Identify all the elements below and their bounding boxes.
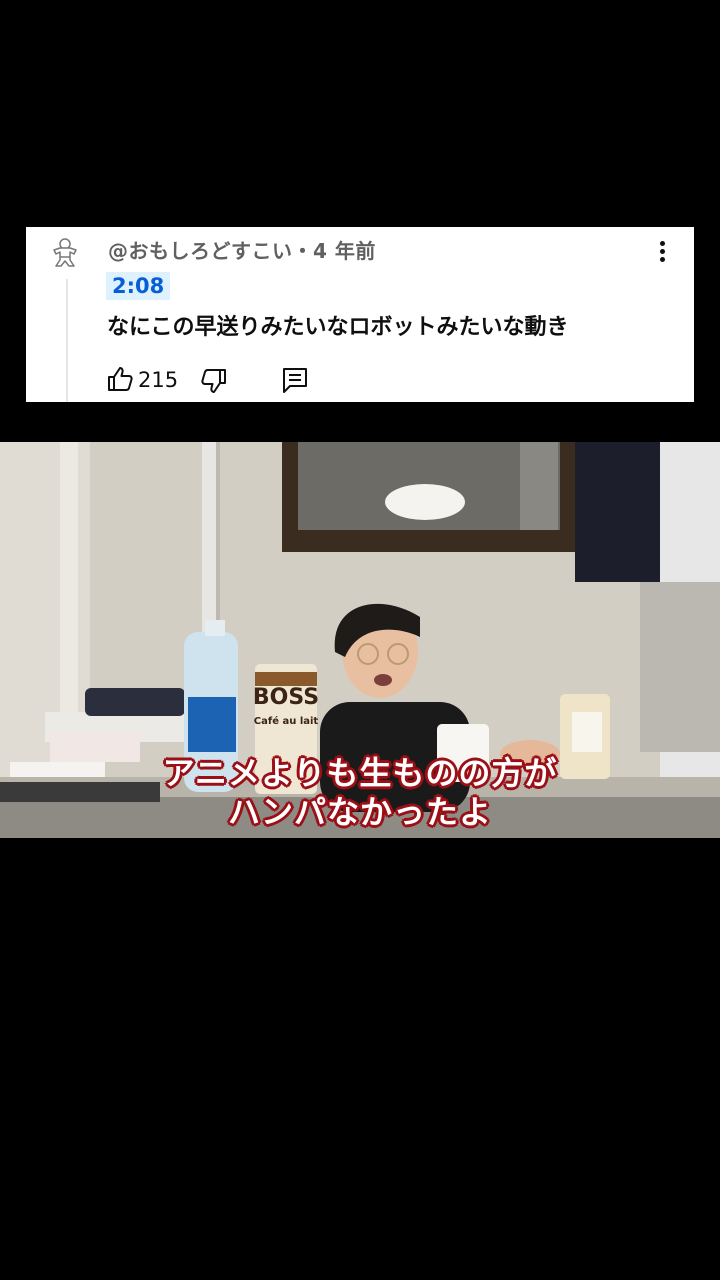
comment-actions: 215 <box>106 365 406 395</box>
can-label: BOSS <box>253 685 319 710</box>
sumo-wrestler-avatar-icon[interactable] <box>48 236 82 270</box>
comment-card: @おもしろどすこい・4 年前 2:08 なにこの早送りみたいなロボットみたいな動… <box>26 227 694 402</box>
comment-meta: @おもしろどすこい・4 年前 <box>108 235 376 264</box>
comment-age: 4 年前 <box>313 239 376 263</box>
subtitle-line-2: ハンパなかったよ <box>227 793 492 831</box>
meta-separator: ・ <box>292 239 313 263</box>
reply-icon[interactable] <box>280 365 310 395</box>
video-frame[interactable]: BOSS Café au lait アニメよりも生ものの方が ハンパなかったよ <box>0 442 720 838</box>
like-count: 215 <box>138 368 179 392</box>
comment-text: なにこの早送りみたいなロボットみたいな動き <box>107 315 569 340</box>
timestamp-link[interactable]: 2:08 <box>106 272 171 300</box>
more-options-icon[interactable] <box>658 241 666 265</box>
thread-line <box>66 279 68 402</box>
thumbs-down-icon[interactable] <box>200 367 228 395</box>
comment-author[interactable]: @おもしろどすこい <box>108 239 293 263</box>
can-sublabel: Café au lait <box>254 715 319 727</box>
thumbs-up-icon[interactable] <box>106 365 134 393</box>
